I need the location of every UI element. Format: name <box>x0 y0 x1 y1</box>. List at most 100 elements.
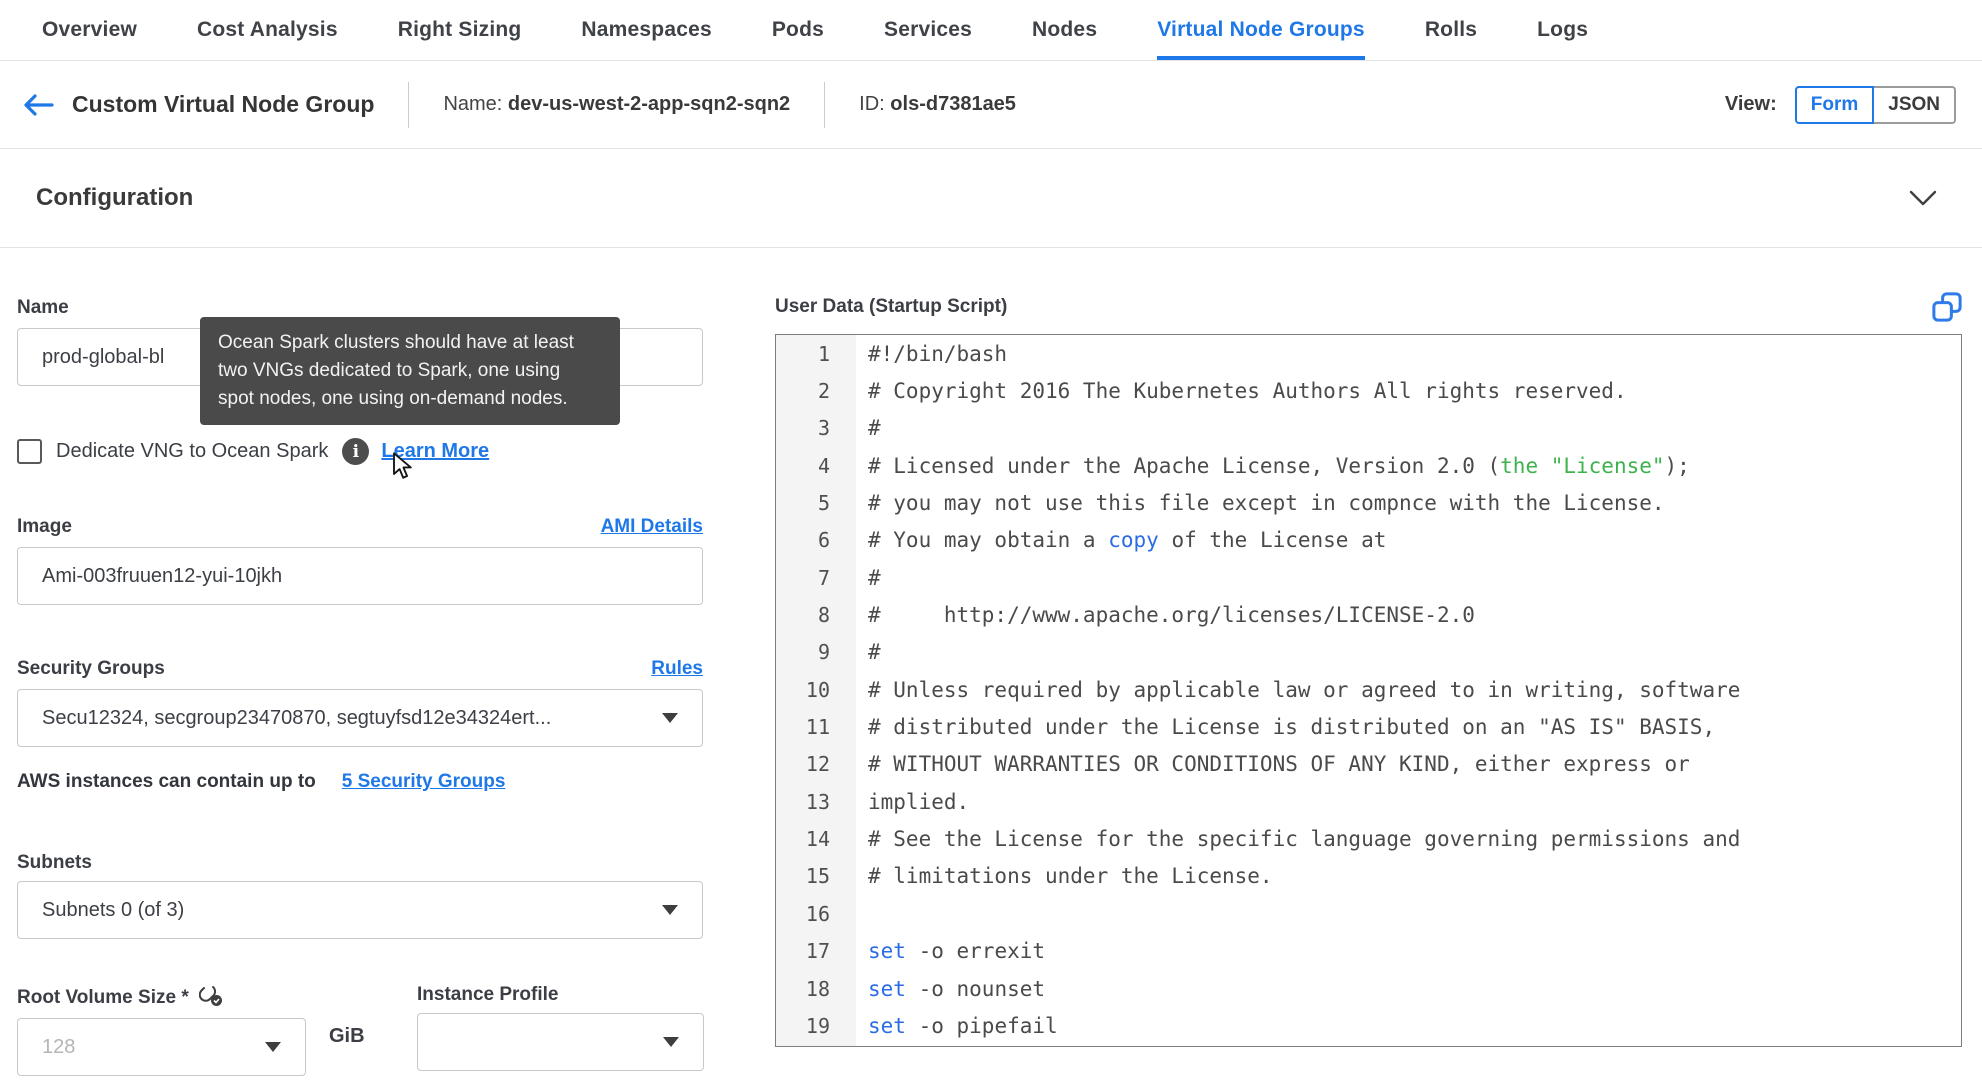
vng-id-value: ols-d7381ae5 <box>890 93 1016 115</box>
code-line: 7 # <box>776 559 1961 596</box>
dedicate-vng-label: Dedicate VNG to Ocean Spark <box>56 440 329 462</box>
tab-virtual-node-groups[interactable]: Virtual Node Groups <box>1157 0 1365 60</box>
vng-name: Name: dev-us-west-2-app-sqn2-sqn2 <box>443 93 790 116</box>
security-groups-select[interactable]: Secu12324, secgroup23470870, segtuyfsd12… <box>17 689 703 747</box>
line-number: 9 <box>817 640 830 665</box>
line-number: 3 <box>817 416 830 441</box>
code-line: 10 # Unless required by applicable law or… <box>776 671 1961 708</box>
instance-profile-label: Instance Profile <box>417 984 559 1005</box>
ocean-spark-tooltip: Ocean Spark clusters should have at leas… <box>200 317 620 425</box>
divider <box>824 81 826 128</box>
code-text: # See the License for the specific langu… <box>868 827 1741 852</box>
code-text: # You may obtain a copy of the License a… <box>868 528 1387 553</box>
code-line: 16 <box>776 895 1961 932</box>
configuration-title: Configuration <box>36 184 194 211</box>
code-text: set -o pipefail <box>868 1013 1058 1038</box>
divider <box>408 81 410 128</box>
link-check-icon <box>198 983 223 1012</box>
line-number: 5 <box>817 491 830 516</box>
image-field-block: Image AMI Details Ami-003fruuen12-yui-10… <box>17 515 703 605</box>
caret-down-icon <box>662 905 678 915</box>
tab-logs[interactable]: Logs <box>1537 0 1588 60</box>
dedicate-vng-checkbox[interactable] <box>17 439 42 464</box>
code-line: 12 # WITHOUT WARRANTIES OR CONDITIONS OF … <box>776 746 1961 783</box>
code-editor[interactable]: 1 #!/bin/bash 2 # Copyright 2016 The Kubern… <box>775 334 1962 1047</box>
line-number: 13 <box>805 789 830 814</box>
tab-services[interactable]: Services <box>884 0 972 60</box>
security-groups-value: Secu12324, secgroup23470870, segtuyfsd12… <box>42 706 552 729</box>
line-number: 6 <box>817 528 830 553</box>
code-text: # WITHOUT WARRANTIES OR CONDITIONS OF AN… <box>868 752 1690 777</box>
line-number: 16 <box>805 901 830 926</box>
image-label: Image <box>17 516 72 537</box>
sg-hint-text: AWS instances can contain up to <box>17 771 316 792</box>
dedicate-vng-row: Dedicate VNG to Ocean Spark i Learn More <box>17 438 703 479</box>
code-text: # <box>868 565 881 590</box>
line-number: 19 <box>805 1013 830 1038</box>
code-text: # http://www.apache.org/licenses/LICENSE… <box>868 603 1475 628</box>
instance-profile-select[interactable] <box>417 1013 704 1071</box>
instance-profile-block: Instance Profile <box>417 983 704 1071</box>
tab-overview[interactable]: Overview <box>42 0 137 60</box>
code-line: 2 # Copyright 2016 The Kubernetes Authors… <box>776 372 1961 409</box>
vng-id: ID: ols-d7381ae5 <box>859 93 1016 116</box>
code-line: 9 # <box>776 634 1961 671</box>
line-number: 1 <box>817 341 830 366</box>
main-content: Name prod-global-bl Ocean Spark clusters… <box>0 248 1982 1076</box>
code-text: set -o nounset <box>868 976 1046 1001</box>
ami-details-link[interactable]: AMI Details <box>601 516 703 538</box>
root-volume-select[interactable]: 128 <box>17 1018 306 1076</box>
line-number: 8 <box>817 603 830 628</box>
subnets-value: Subnets 0 (of 3) <box>42 898 185 921</box>
security-groups-label: Security Groups <box>17 658 165 679</box>
info-icon[interactable]: i <box>342 438 370 465</box>
mouse-cursor <box>392 452 412 485</box>
code-text: set -o errexit <box>868 939 1046 964</box>
root-volume-unit: GiB <box>329 1025 365 1047</box>
back-arrow-icon[interactable] <box>22 92 56 118</box>
volume-profile-row: Root Volume Size * 128 GiB Instance Prof… <box>17 983 704 1076</box>
page-title: Custom Virtual Node Group <box>72 91 375 117</box>
tab-rolls[interactable]: Rolls <box>1425 0 1477 60</box>
tab-pods[interactable]: Pods <box>772 0 824 60</box>
tab-namespaces[interactable]: Namespaces <box>581 0 711 60</box>
subnets-block: Subnets Subnets 0 (of 3) <box>17 851 703 939</box>
chevron-down-icon[interactable] <box>1908 189 1938 207</box>
code-text: # Licensed under the Apache License, Ver… <box>868 453 1690 478</box>
code-line: 4 # Licensed under the Apache License, Ve… <box>776 447 1961 484</box>
line-number: 10 <box>805 677 830 702</box>
code-line: 19 set -o pipefail <box>776 1007 1961 1044</box>
root-volume-block: Root Volume Size * 128 <box>17 983 306 1076</box>
code-line: 5 # you may not use this file except in c… <box>776 484 1961 521</box>
copy-icon[interactable] <box>1932 292 1962 322</box>
view-label: View: <box>1724 93 1777 115</box>
code-text: # you may not use this file except in co… <box>868 491 1665 516</box>
line-number: 18 <box>805 976 830 1001</box>
name-field-block: Name prod-global-bl Ocean Spark clusters… <box>17 296 703 425</box>
code-line: 13 implied. <box>776 783 1961 820</box>
subnets-select[interactable]: Subnets 0 (of 3) <box>17 881 703 939</box>
image-input-value: Ami-003fruuen12-yui-10jkh <box>42 564 283 587</box>
code-text: # <box>868 416 881 441</box>
code-text: # distributed under the License is distr… <box>868 715 1716 740</box>
image-input[interactable]: Ami-003fruuen12-yui-10jkh <box>17 547 703 605</box>
tab-nodes[interactable]: Nodes <box>1032 0 1097 60</box>
vng-name-label: Name: <box>443 93 503 115</box>
user-data-label: User Data (Startup Script) <box>775 296 1008 317</box>
tab-cost-analysis[interactable]: Cost Analysis <box>197 0 338 60</box>
code-text: # <box>868 640 881 665</box>
line-number: 2 <box>817 379 830 404</box>
security-groups-hint: AWS instances can contain up to 5 Securi… <box>17 771 703 793</box>
line-number: 11 <box>805 715 830 740</box>
root-volume-label: Root Volume Size * <box>17 986 189 1008</box>
caret-down-icon <box>663 1037 679 1047</box>
tab-right-sizing[interactable]: Right Sizing <box>398 0 522 60</box>
sg-hint-link[interactable]: 5 Security Groups <box>342 771 506 793</box>
rules-link[interactable]: Rules <box>651 658 703 680</box>
configuration-section-header[interactable]: Configuration <box>0 149 1982 248</box>
line-number: 7 <box>817 565 830 590</box>
line-number: 15 <box>805 864 830 889</box>
view-form-button[interactable]: Form <box>1794 85 1875 124</box>
view-json-button[interactable]: JSON <box>1874 85 1956 124</box>
line-number: 14 <box>805 827 830 852</box>
